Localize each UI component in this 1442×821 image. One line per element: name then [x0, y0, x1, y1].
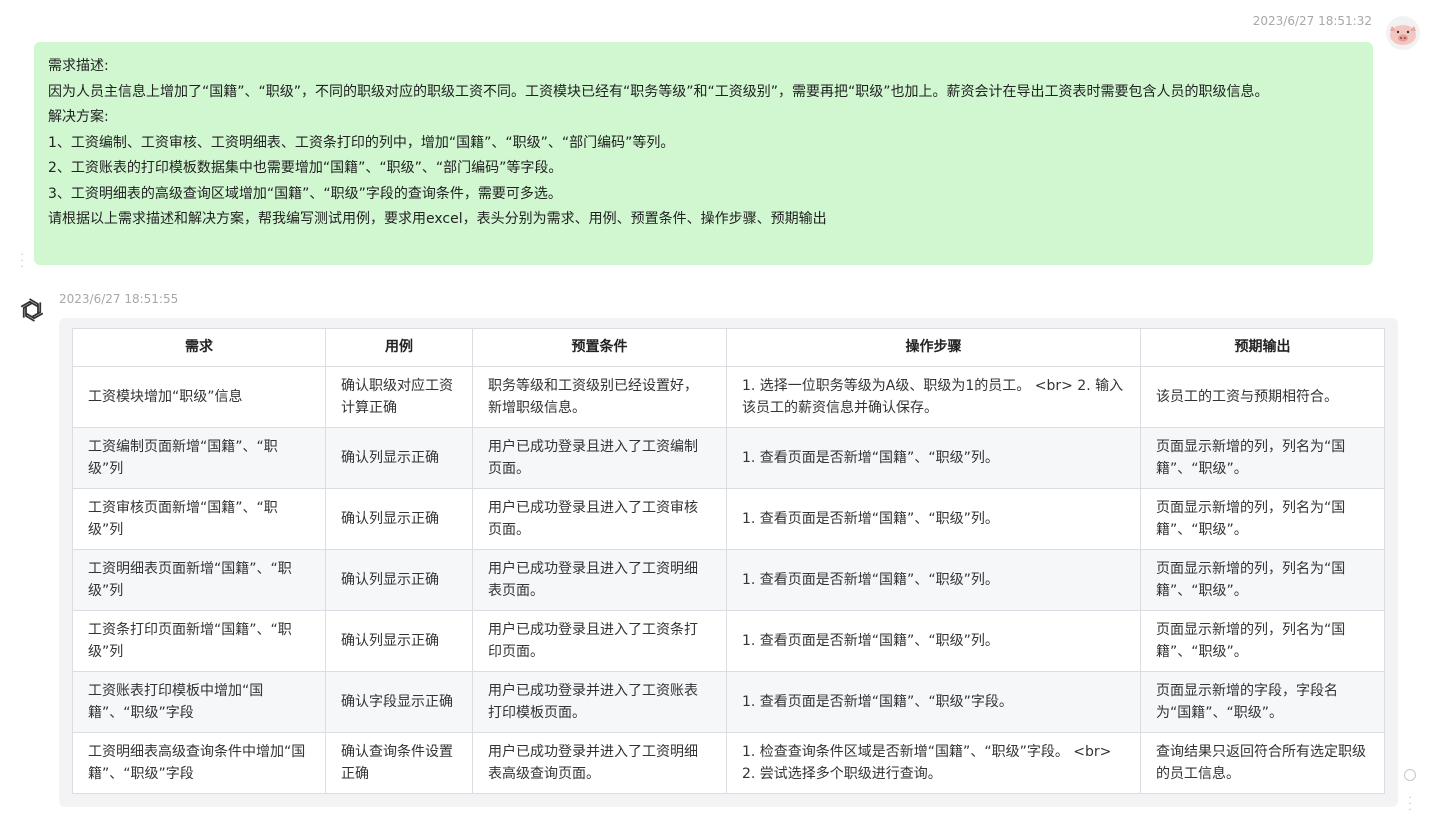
- message-line: 3、工资明细表的高级查询区域增加“国籍”、“职级”字段的查询条件，需要可多选。: [48, 185, 562, 202]
- message-line: 解决方案:: [48, 109, 109, 125]
- table-cell: 确认列显示正确: [325, 488, 473, 550]
- message-line: 请根据以上需求描述和解决方案，帮我编写测试用例，要求用excel，表头分别为需求…: [48, 211, 827, 227]
- table-cell: 页面显示新增的字段，字段名为“国籍”、“职级”。: [1140, 671, 1385, 733]
- table-cell: 查询结果只返回符合所有选定职级的员工信息。: [1140, 732, 1385, 794]
- table-header-row: 需求 用例 预置条件 操作步骤 预期输出: [72, 328, 1385, 367]
- table-cell: 页面显示新增的列，列名为“国籍”、“职级”。: [1140, 549, 1385, 611]
- table-cell: 用户已成功登录并进入了工资账表打印模板页面。: [472, 671, 727, 733]
- vertical-dots-icon[interactable]: · · ·: [18, 249, 26, 272]
- table-cell: 1. 查看页面是否新增“国籍”、“职级”列。: [726, 610, 1141, 672]
- table-cell: 确认列显示正确: [325, 610, 473, 672]
- table-cell: 该员工的工资与预期相符合。: [1140, 366, 1385, 428]
- table-row: 工资明细表高级查询条件中增加“国籍”、“职级”字段 确认查询条件设置正确 用户已…: [72, 732, 1385, 794]
- table-cell: 工资明细表页面新增“国籍”、“职级”列: [72, 549, 326, 611]
- column-header: 用例: [325, 328, 473, 367]
- table-cell: 用户已成功登录且进入了工资审核页面。: [472, 488, 727, 550]
- table-cell: 页面显示新增的列，列名为“国籍”、“职级”。: [1140, 427, 1385, 489]
- table-cell: 确认列显示正确: [325, 427, 473, 489]
- table-cell: 工资模块增加“职级”信息: [72, 366, 326, 428]
- table-cell: 确认查询条件设置正确: [325, 732, 473, 794]
- table-cell: 确认字段显示正确: [325, 671, 473, 733]
- table-cell: 工资审核页面新增“国籍”、“职级”列: [72, 488, 326, 550]
- table-cell: 用户已成功登录并进入了工资明细表高级查询页面。: [472, 732, 727, 794]
- message-line: 需求描述:: [48, 58, 109, 74]
- table-cell: 1. 查看页面是否新增“国籍”、“职级”列。: [726, 427, 1141, 489]
- table-cell: 1. 查看页面是否新增“国籍”、“职级”列。: [726, 549, 1141, 611]
- table-cell: 职务等级和工资级别已经设置好，新增职级信息。: [472, 366, 727, 428]
- table-cell: 用户已成功登录且进入了工资明细表页面。: [472, 549, 727, 611]
- table-cell: 确认职级对应工资计算正确: [325, 366, 473, 428]
- user-timestamp: 2023/6/27 18:51:32: [1252, 14, 1372, 28]
- table-cell: 用户已成功登录且进入了工资编制页面。: [472, 427, 727, 489]
- table-cell: 工资明细表高级查询条件中增加“国籍”、“职级”字段: [72, 732, 326, 794]
- table-cell: 工资编制页面新增“国籍”、“职级”列: [72, 427, 326, 489]
- message-line: 1、工资编制、工资审核、工资明细表、工资条打印的列中，增加“国籍”、“职级”、“…: [48, 134, 675, 151]
- table-cell: 确认列显示正确: [325, 549, 473, 611]
- column-header: 预置条件: [472, 328, 727, 367]
- table-row: 工资账表打印模板中增加“国籍”、“职级”字段 确认字段显示正确 用户已成功登录并…: [72, 671, 1385, 733]
- table-row: 工资编制页面新增“国籍”、“职级”列 确认列显示正确 用户已成功登录且进入了工资…: [72, 427, 1385, 489]
- table-cell: 工资账表打印模板中增加“国籍”、“职级”字段: [72, 671, 326, 733]
- user-message-bubble: 需求描述: 因为人员主信息上增加了“国籍”、“职级”，不同的职级对应的职级工资不…: [34, 42, 1373, 265]
- table-row: 工资明细表页面新增“国籍”、“职级”列 确认列显示正确 用户已成功登录且进入了工…: [72, 549, 1385, 611]
- assistant-timestamp: 2023/6/27 18:51:55: [59, 292, 179, 306]
- table-cell: 页面显示新增的列，列名为“国籍”、“职级”。: [1140, 610, 1385, 672]
- table-cell: 1. 检查查询条件区域是否新增“国籍”、“职级”字段。 <br> 2. 尝试选择…: [726, 732, 1141, 794]
- table-cell: 1. 选择一位职务等级为A级、职级为1的员工。 <br> 2. 输入该员工的薪资…: [726, 366, 1141, 428]
- openai-logo-icon: [16, 294, 48, 326]
- table-cell: 页面显示新增的列，列名为“国籍”、“职级”。: [1140, 488, 1385, 550]
- table-row: 工资条打印页面新增“国籍”、“职级”列 确认列显示正确 用户已成功登录且进入了工…: [72, 610, 1385, 672]
- message-line: 因为人员主信息上增加了“国籍”、“职级”，不同的职级对应的职级工资不同。工资模块…: [48, 83, 1269, 100]
- table-cell: 1. 查看页面是否新增“国籍”、“职级”列。: [726, 488, 1141, 550]
- table-row: 工资模块增加“职级”信息 确认职级对应工资计算正确 职务等级和工资级别已经设置好…: [72, 366, 1385, 428]
- circle-icon[interactable]: [1404, 769, 1416, 781]
- vertical-dots-icon[interactable]: · · ·: [1406, 792, 1414, 815]
- table-row: 工资审核页面新增“国籍”、“职级”列 确认列显示正确 用户已成功登录且进入了工资…: [72, 488, 1385, 550]
- table-cell: 工资条打印页面新增“国籍”、“职级”列: [72, 610, 326, 672]
- table-cell: 1. 查看页面是否新增“国籍”、“职级”字段。: [726, 671, 1141, 733]
- test-case-table: 需求 用例 预置条件 操作步骤 预期输出 工资模块增加“职级”信息 确认职级对应…: [72, 328, 1385, 794]
- pig-avatar-icon[interactable]: [1386, 16, 1420, 50]
- column-header: 预期输出: [1140, 328, 1385, 367]
- message-line: 2、工资账表的打印模板数据集中也需要增加“国籍”、“职级”、“部门编码”等字段。: [48, 160, 563, 176]
- table-cell: 用户已成功登录且进入了工资条打印页面。: [472, 610, 727, 672]
- column-header: 操作步骤: [726, 328, 1141, 367]
- column-header: 需求: [72, 328, 326, 367]
